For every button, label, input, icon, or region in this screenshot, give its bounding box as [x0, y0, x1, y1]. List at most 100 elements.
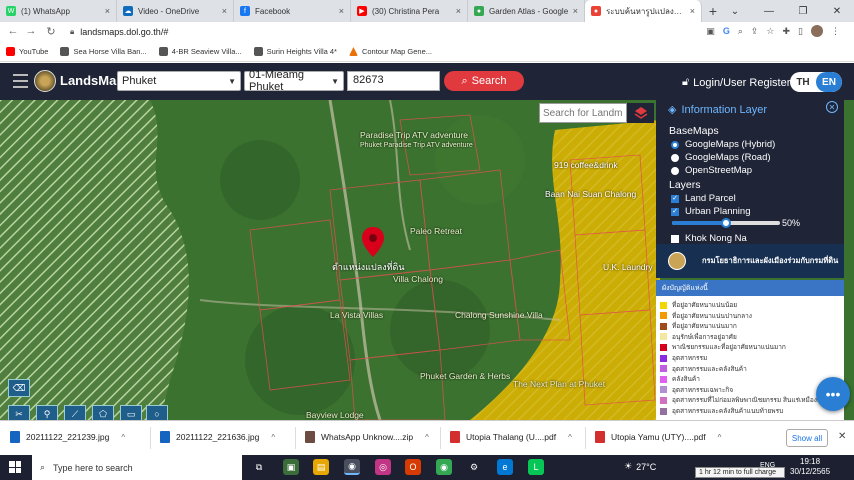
- puzzle-icon[interactable]: ✚: [783, 26, 791, 37]
- layer-khok-nong-na[interactable]: Khok Nong Na: [671, 233, 747, 244]
- office-icon[interactable]: O: [405, 459, 421, 475]
- browser-tab[interactable]: ☁ Video - OneDrive ×: [117, 0, 234, 22]
- tab-close-icon[interactable]: ×: [105, 6, 110, 16]
- rectangle-tool-button[interactable]: ▭: [120, 405, 142, 420]
- close-icon[interactable]: ✕: [826, 101, 838, 113]
- radio-selected[interactable]: [671, 141, 679, 149]
- search-button[interactable]: ⌕ Search: [444, 71, 524, 91]
- legend-item: ที่อยู่อาศัยหนาแน่นมาก: [660, 321, 737, 331]
- sidebar-icon[interactable]: ▯: [798, 26, 803, 37]
- layer-urban-planning[interactable]: ✓ Urban Planning: [671, 206, 751, 217]
- download-item[interactable]: 20211122_221636.jpg ^: [160, 431, 275, 443]
- slider-handle[interactable]: [721, 218, 731, 228]
- download-item[interactable]: 20211122_221239.jpg ^: [10, 431, 125, 443]
- chevron-up-icon[interactable]: ^: [271, 433, 275, 442]
- chrome-icon[interactable]: ◉: [436, 459, 452, 475]
- measure-tool-button[interactable]: ✂: [8, 405, 30, 420]
- chevron-down-icon[interactable]: ⌄: [718, 0, 752, 22]
- chevron-up-icon[interactable]: ^: [121, 433, 125, 442]
- eraser-tool-button[interactable]: ⌫: [8, 379, 30, 397]
- login-label: Login/User Register: [693, 76, 791, 89]
- download-item[interactable]: WhatsApp Unknow....zip ^: [305, 431, 429, 443]
- show-all-button[interactable]: Show all: [786, 429, 828, 447]
- checkbox[interactable]: [671, 235, 679, 243]
- layer-land-parcel[interactable]: ✓ Land Parcel: [671, 193, 736, 204]
- radio[interactable]: [671, 167, 679, 175]
- login-link[interactable]: 🔓︎ Login/User Register: [682, 76, 790, 89]
- taskbar-search-box[interactable]: ⌕ Type here to search: [32, 455, 242, 480]
- chevron-up-icon[interactable]: ^: [718, 433, 722, 442]
- close-icon[interactable]: ✕: [820, 0, 854, 22]
- bookmark-surin[interactable]: Surin Heights Villa 4*: [253, 47, 337, 56]
- marker-tool-button[interactable]: ⚲: [36, 405, 58, 420]
- edge-icon[interactable]: e: [497, 459, 513, 475]
- restore-icon[interactable]: ❐: [786, 0, 820, 22]
- minimize-icon[interactable]: —: [752, 0, 786, 22]
- bookmark-contour[interactable]: Contour Map Gene...: [348, 47, 433, 56]
- line-tool-button[interactable]: ⟋: [64, 405, 86, 420]
- profile-avatar[interactable]: [811, 25, 823, 37]
- bookmark-sea-horse[interactable]: Sea Horse Villa Ban...: [60, 47, 147, 56]
- basemap-option-road[interactable]: GoogleMaps (Road): [671, 152, 771, 163]
- more-options-button[interactable]: •••: [816, 377, 850, 411]
- task-view-icon[interactable]: ⧉: [251, 459, 267, 475]
- browser-tab[interactable]: ▶ (30) Christina Pera ×: [351, 0, 468, 22]
- close-icon[interactable]: ✕: [838, 431, 846, 442]
- bookmark-youtube[interactable]: YouTube: [6, 47, 48, 56]
- map-label: Baan Nai Suan Chalong: [545, 189, 637, 199]
- bookmark-label: Contour Map Gene...: [361, 47, 433, 56]
- instagram-icon[interactable]: ◎: [375, 459, 391, 475]
- tab-close-icon[interactable]: ×: [690, 6, 695, 16]
- browser-tab[interactable]: W (1) WhatsApp ×: [0, 0, 117, 22]
- basemap-option-hybrid[interactable]: GoogleMaps (Hybrid): [671, 139, 775, 150]
- panel-title: Information Layer: [681, 103, 768, 116]
- landmark-search-input[interactable]: [539, 103, 627, 123]
- download-item[interactable]: Utopia Thalang (U....pdf ^: [450, 431, 572, 443]
- line-app-icon[interactable]: L: [528, 459, 544, 475]
- browser-tab[interactable]: ● Garden Atlas - Google ×: [468, 0, 585, 22]
- polygon-tool-button[interactable]: ⬠: [92, 405, 114, 420]
- extension-icon[interactable]: ▣: [706, 26, 715, 37]
- weather-widget[interactable]: ☀ 27°C: [624, 461, 656, 472]
- file-explorer-icon[interactable]: ▤: [313, 459, 329, 475]
- circle-tool-button[interactable]: ○: [146, 405, 168, 420]
- store-icon[interactable]: ▣: [283, 459, 299, 475]
- basemap-option-osm[interactable]: OpenStreetMap: [671, 165, 752, 176]
- lang-en-option[interactable]: EN: [816, 72, 842, 92]
- chrome-icon[interactable]: ◉: [344, 459, 360, 475]
- tab-close-icon[interactable]: ×: [573, 6, 578, 16]
- browser-tab[interactable]: f Facebook ×: [234, 0, 351, 22]
- opacity-slider[interactable]: [672, 218, 780, 228]
- share-icon[interactable]: ⇪: [751, 26, 759, 37]
- menu-dots-icon[interactable]: ⋮: [831, 26, 840, 37]
- browser-tab-active[interactable]: ● ระบบค้นหารูปแปลงที่ดิน ×: [585, 0, 702, 22]
- chevron-up-icon[interactable]: ^: [568, 433, 572, 442]
- tab-close-icon[interactable]: ×: [456, 6, 461, 16]
- google-icon[interactable]: G: [723, 26, 730, 36]
- url-field[interactable]: 🔒︎ landsmaps.dol.go.th/#: [70, 24, 670, 40]
- download-item[interactable]: Utopia Yamu (UTY)....pdf ^: [595, 431, 721, 443]
- hamburger-menu-icon[interactable]: [13, 74, 28, 88]
- location-pin-icon[interactable]: [362, 227, 384, 257]
- search-icon[interactable]: ⌕: [738, 26, 743, 37]
- lang-th-option[interactable]: TH: [790, 72, 816, 92]
- checkbox-checked[interactable]: ✓: [671, 208, 679, 216]
- taskbar-clock[interactable]: 19:18 30/12/2565: [790, 457, 830, 477]
- tab-close-icon[interactable]: ×: [222, 6, 227, 16]
- province-select[interactable]: Phuket ▼: [117, 71, 241, 91]
- windows-start-icon[interactable]: [9, 461, 21, 473]
- layers-button[interactable]: [627, 103, 654, 123]
- forward-icon[interactable]: →: [22, 25, 40, 37]
- checkbox-checked[interactable]: ✓: [671, 195, 679, 203]
- reload-icon[interactable]: ↻: [42, 25, 60, 38]
- language-toggle[interactable]: TH EN: [790, 72, 842, 92]
- radio[interactable]: [671, 154, 679, 162]
- star-icon[interactable]: ☆: [766, 26, 774, 37]
- chevron-up-icon[interactable]: ^: [425, 433, 429, 442]
- bookmark-seaview[interactable]: 4-BR Seaview Villa...: [158, 47, 242, 56]
- parcel-number-input[interactable]: 82673: [347, 71, 440, 91]
- back-icon[interactable]: ←: [4, 25, 22, 37]
- district-select[interactable]: 01-Mieamg Phuket ▼: [244, 69, 344, 93]
- settings-gear-icon[interactable]: ⚙: [466, 459, 482, 475]
- tab-close-icon[interactable]: ×: [339, 6, 344, 16]
